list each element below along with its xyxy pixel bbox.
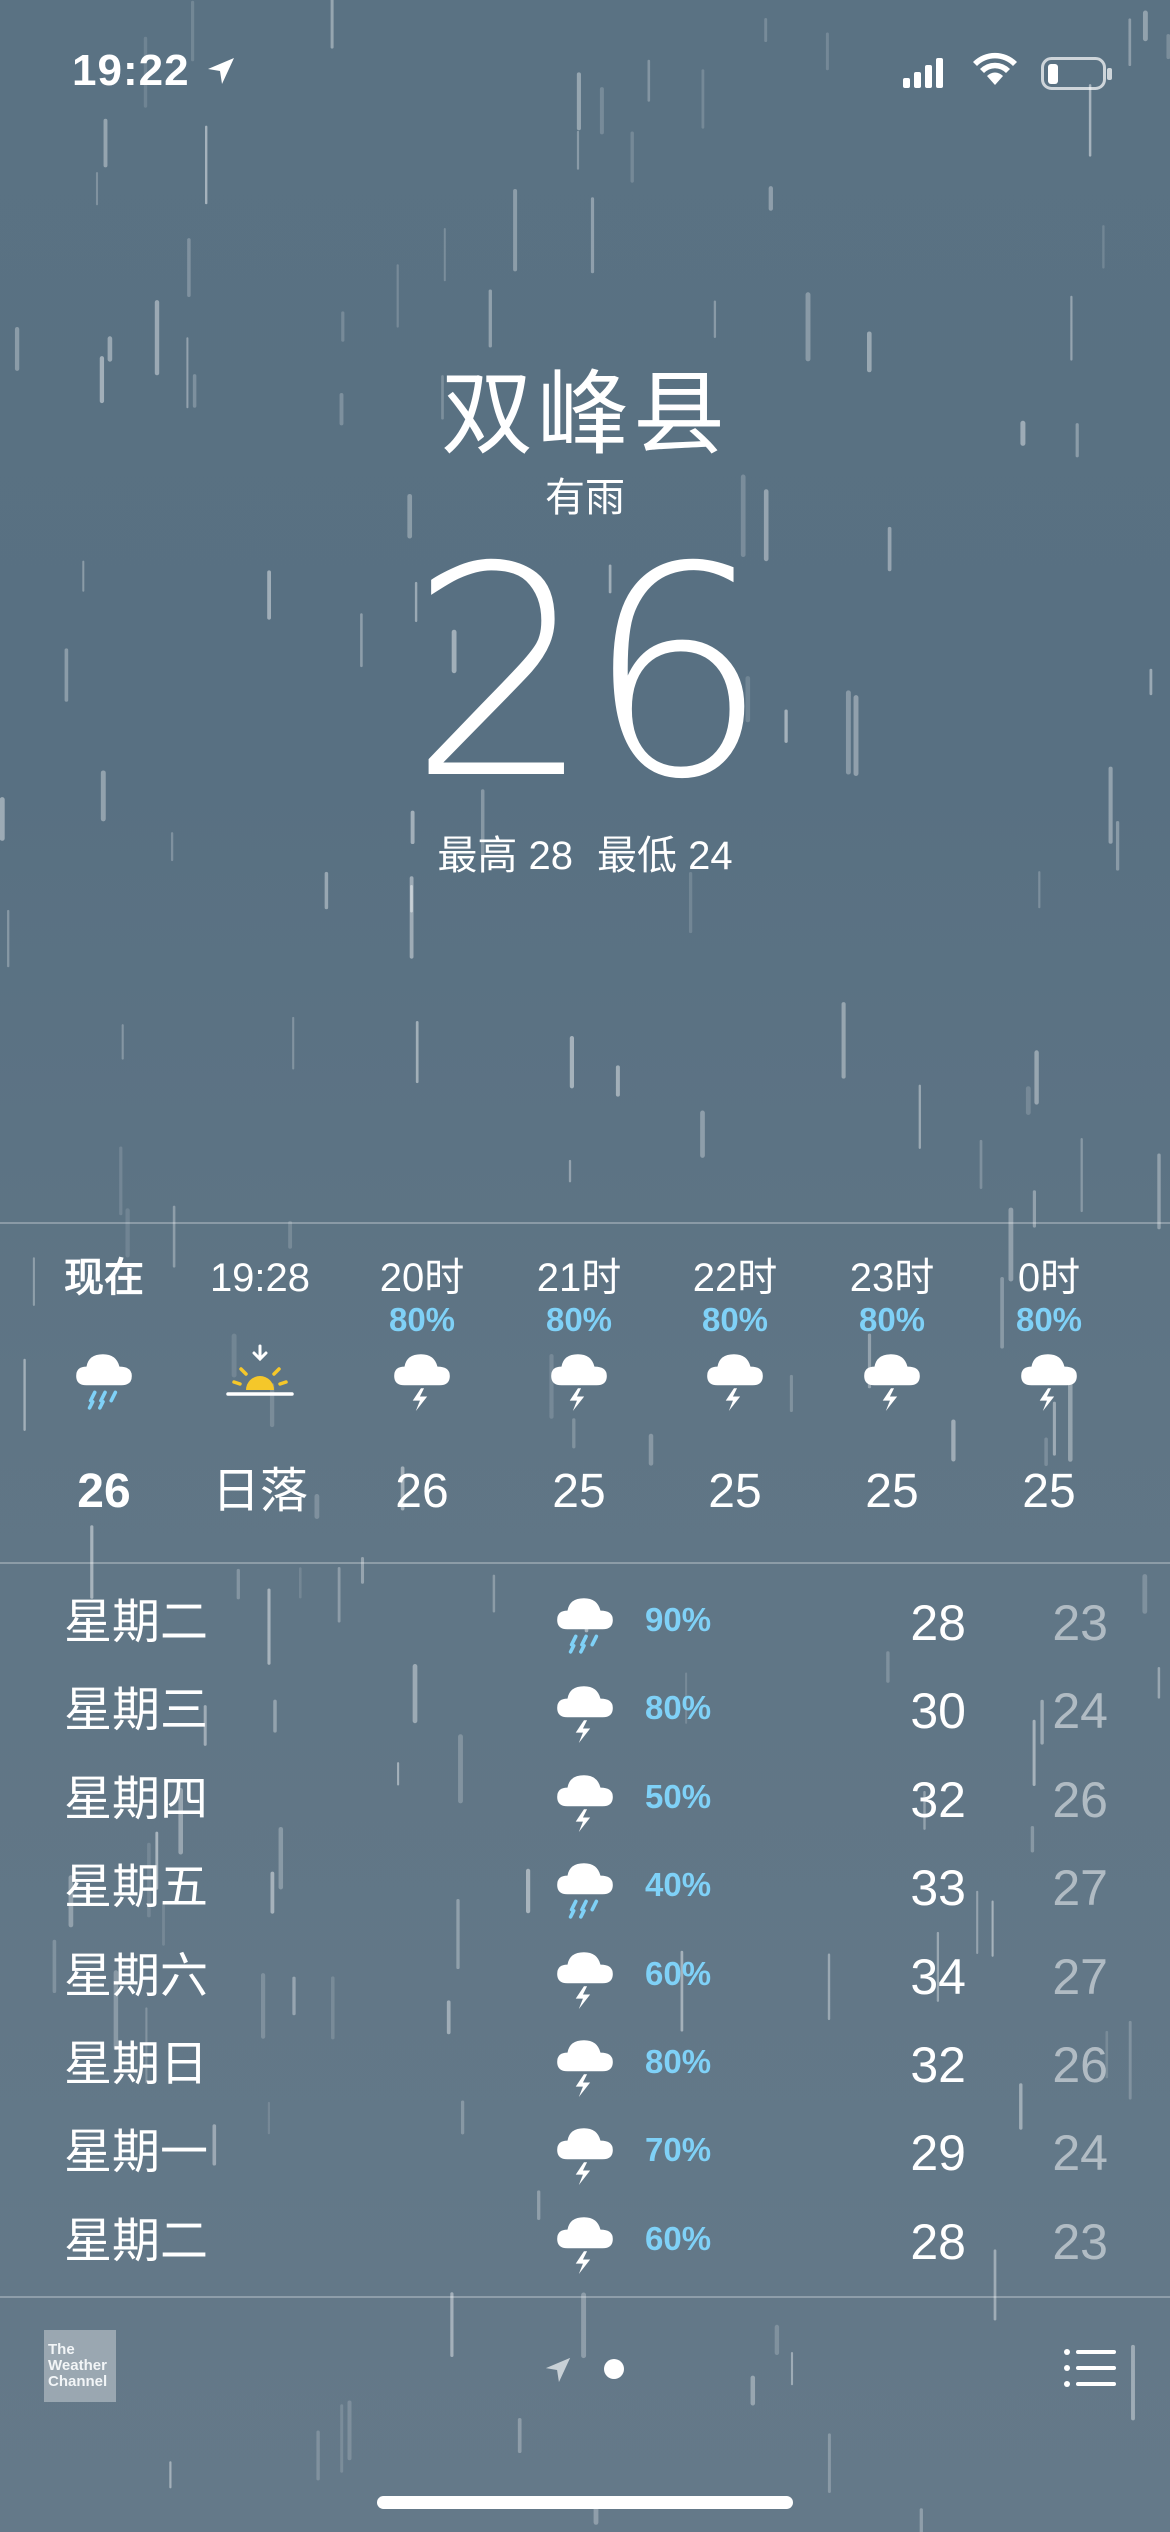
hour-value: 25: [865, 1465, 919, 1518]
day-low: 26: [1052, 1771, 1108, 1828]
current-weather-header: 双峰县 有雨 26 最高 28 最低 24: [0, 360, 1170, 880]
daily-row: 星期四 50% 32 26: [0, 1757, 1170, 1845]
day-low: 27: [1052, 1860, 1108, 1917]
list-icon[interactable]: [1064, 2348, 1116, 2388]
day-high: 32: [910, 1771, 966, 1828]
weather-channel-logo[interactable]: The Weather Channel: [44, 2330, 116, 2402]
daily-row: 星期二 60% 28 23: [0, 2199, 1170, 2287]
thunderstorm-icon: [388, 1344, 456, 1412]
rain-cloud-icon: [552, 1853, 618, 1921]
day-precip-probability: 60%: [645, 1954, 712, 1992]
hour-value: 25: [552, 1465, 606, 1518]
thunderstorm-icon: [545, 1344, 613, 1412]
hour-value: 25: [708, 1465, 762, 1518]
day-precip-probability: 50%: [645, 1777, 712, 1815]
day-name: 星期五: [64, 1861, 209, 1915]
day-low: 26: [1052, 2037, 1108, 2093]
day-precip-probability: 40%: [645, 1866, 712, 1904]
battery-icon: [1041, 57, 1112, 90]
day-high: 34: [910, 1948, 966, 2005]
day-high: 33: [910, 1860, 966, 1917]
day-name: 星期六: [64, 1949, 209, 2003]
day-precip-probability: 80%: [645, 1689, 712, 1727]
current-temperature: 26: [408, 506, 769, 843]
thunderstorm-icon: [552, 2118, 618, 2186]
hour-label: 19:28: [209, 1256, 311, 1300]
daily-row: 星期三 80% 30 24: [0, 1668, 1170, 1756]
day-precip-probability: 90%: [645, 1601, 712, 1638]
thunderstorm-icon: [552, 1942, 618, 2010]
location-arrow-icon: [208, 58, 234, 84]
thunderstorm-icon: [701, 1344, 769, 1412]
daily-row: 星期日 80% 32 26: [0, 2022, 1170, 2110]
day-name: 星期三: [64, 1684, 209, 1738]
hour-value: 26: [77, 1465, 131, 1518]
hour-precip-probability: 80%: [858, 1301, 926, 1338]
day-precip-probability: 80%: [645, 2043, 712, 2080]
page-indicator-dot[interactable]: [604, 2359, 624, 2379]
hour-label: 21时: [536, 1256, 622, 1300]
daily-row: 星期五 40% 33 27: [0, 1845, 1170, 1933]
hourly-forecast[interactable]: 现在 26 19:28 日落 20时 80% 26 21时 80% 25 22时 80% 25 23时 80…: [0, 1224, 1170, 1562]
thunderstorm-icon: [1015, 1344, 1083, 1412]
day-name: 星期一: [64, 2126, 209, 2180]
current-location-icon[interactable]: [544, 2356, 572, 2384]
hour-value: 日落: [211, 1465, 308, 1518]
hour-label: 23时: [849, 1256, 935, 1300]
sunset-icon: [226, 1344, 294, 1412]
rain-cloud-icon: [70, 1344, 138, 1412]
high-temperature: 最高 28: [437, 834, 573, 878]
thunderstorm-icon: [858, 1344, 926, 1412]
day-low: 24: [1052, 2125, 1108, 2182]
thunderstorm-icon: [552, 1676, 618, 1744]
day-precip-probability: 70%: [645, 2131, 712, 2169]
day-high: 30: [910, 1683, 966, 1740]
hour-label: 22时: [692, 1256, 778, 1300]
hour-precip-probability: 80%: [701, 1301, 769, 1338]
day-name: 星期二: [64, 1596, 209, 1649]
day-low: 27: [1052, 1948, 1108, 2005]
rain-cloud-icon: [552, 1588, 618, 1656]
day-low: 23: [1052, 1595, 1108, 1651]
hour-precip-probability: 80%: [545, 1301, 613, 1338]
wifi-icon: [973, 52, 1017, 85]
day-high: 29: [910, 2125, 966, 2182]
daily-row: 星期一 70% 29 24: [0, 2110, 1170, 2198]
divider: [0, 1562, 1170, 1564]
status-time: 19:22: [72, 46, 190, 95]
day-high: 28: [910, 2213, 966, 2270]
high-low: 最高 28 最低 24: [0, 832, 1170, 880]
day-precip-probability: 60%: [645, 2219, 712, 2257]
thunderstorm-icon: [552, 2030, 618, 2098]
daily-row: 星期二 90% 28 23: [0, 1580, 1170, 1668]
hour-precip-probability: 80%: [1015, 1301, 1083, 1338]
footer-toolbar: The Weather Channel: [0, 2300, 1170, 2532]
thunderstorm-icon: [552, 2207, 618, 2275]
cellular-signal-icon: [903, 58, 943, 88]
thunderstorm-icon: [552, 1765, 618, 1833]
day-name: 星期日: [64, 2038, 209, 2091]
hour-precip-probability: 80%: [388, 1301, 456, 1338]
day-name: 星期四: [64, 1772, 209, 1826]
day-low: 23: [1052, 2213, 1108, 2270]
day-name: 星期二: [64, 2214, 209, 2268]
daily-row: 星期六 60% 34 27: [0, 1934, 1170, 2022]
hour-label: 20时: [379, 1256, 465, 1300]
day-high: 28: [910, 1595, 966, 1651]
status-bar: 19:22: [0, 0, 1170, 150]
hour-value: 25: [1022, 1465, 1076, 1518]
city-name: 双峰县: [440, 364, 729, 466]
home-indicator[interactable]: [377, 2496, 793, 2509]
hour-label: 0时: [1017, 1256, 1081, 1300]
low-temperature: 最低 24: [597, 834, 733, 878]
hour-value: 26: [395, 1465, 449, 1518]
day-low: 24: [1052, 1683, 1108, 1740]
hour-label: 现在: [64, 1256, 144, 1300]
divider: [0, 2296, 1170, 2298]
day-high: 32: [910, 2037, 966, 2093]
